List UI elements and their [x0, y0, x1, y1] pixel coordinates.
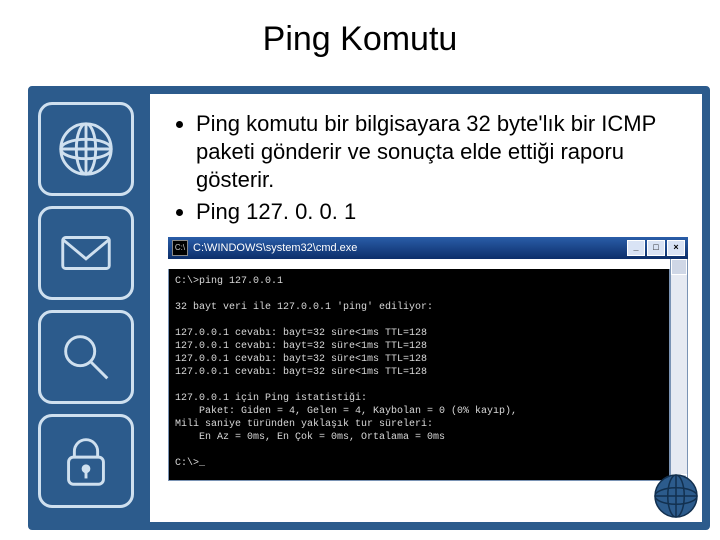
close-button[interactable]: ×	[667, 240, 685, 256]
slide-title: Ping Komutu	[0, 0, 720, 59]
lock-icon	[38, 414, 134, 508]
scroll-track[interactable]	[671, 275, 687, 474]
bullet-item: Ping 127. 0. 0. 1	[196, 198, 680, 226]
cmd-window-title: C:\WINDOWS\system32\cmd.exe	[193, 242, 627, 254]
maximize-button[interactable]: □	[647, 240, 665, 256]
corner-globe-icon	[652, 472, 700, 520]
content-frame: Ping komutu bir bilgisayara 32 byte'lık …	[28, 86, 710, 530]
cmd-window: C:\ C:\WINDOWS\system32\cmd.exe _ □ × C:…	[168, 237, 688, 491]
sidebar	[38, 102, 136, 508]
search-icon	[38, 310, 134, 404]
globe-icon	[38, 102, 134, 196]
minimize-button[interactable]: _	[627, 240, 645, 256]
content-panel: Ping komutu bir bilgisayara 32 byte'lık …	[150, 94, 702, 522]
cmd-app-icon: C:\	[172, 240, 188, 256]
cmd-scrollbar[interactable]	[670, 259, 688, 491]
bullet-item: Ping komutu bir bilgisayara 32 byte'lık …	[196, 110, 680, 194]
mail-icon	[38, 206, 134, 300]
bullets: Ping komutu bir bilgisayara 32 byte'lık …	[150, 94, 702, 237]
scroll-up-button[interactable]	[671, 259, 687, 275]
cmd-titlebar[interactable]: C:\ C:\WINDOWS\system32\cmd.exe _ □ ×	[168, 237, 688, 259]
slide: Ping Komutu Ping komutu bir bilgisayara …	[0, 0, 720, 540]
cmd-output: C:\>ping 127.0.0.1 32 bayt veri ile 127.…	[168, 269, 670, 481]
